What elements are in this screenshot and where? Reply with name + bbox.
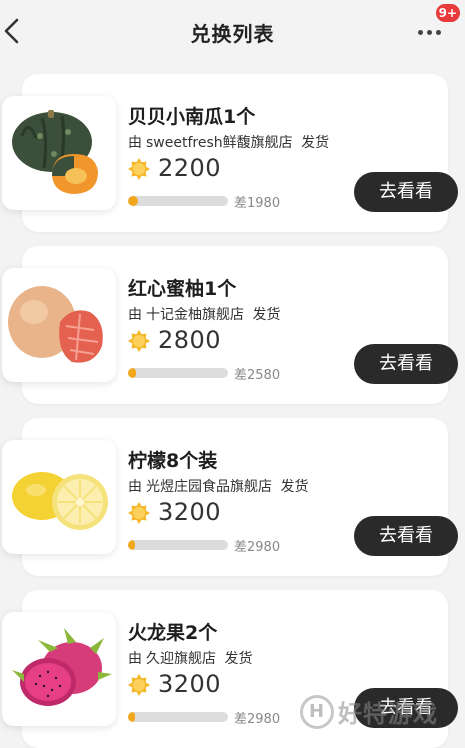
shop-name: 光煜庄园食品旗舰店	[146, 479, 272, 495]
price: 3200	[158, 498, 222, 526]
coin-icon	[128, 674, 150, 696]
shop-name: 久迎旗舰店	[146, 651, 216, 667]
item-name: 柠檬8个装	[128, 450, 218, 472]
coin-icon	[128, 158, 150, 180]
item-name: 红心蜜柚1个	[128, 278, 237, 300]
progress-fill	[128, 368, 136, 378]
item-name: 火龙果2个	[128, 622, 218, 644]
shipper-info: 由十记金柚旗舰店 发货	[128, 304, 284, 324]
progress-fill	[128, 196, 138, 206]
go-view-button[interactable]: 去看看	[354, 344, 458, 384]
pumpkin-image	[2, 96, 116, 210]
price: 2800	[158, 326, 222, 354]
shipper-prefix: 由	[128, 479, 142, 495]
price: 3200	[158, 670, 222, 698]
shipper-info: 由光煜庄园食品旗舰店 发货	[128, 476, 312, 496]
go-view-button[interactable]: 去看看	[354, 516, 458, 556]
pomelo-image	[2, 268, 116, 382]
progress-bar	[128, 540, 228, 550]
progress-fill	[128, 540, 135, 550]
shop-name: sweetfresh鲜馥旗舰店	[146, 135, 293, 151]
shipper-info: 由 sweetfresh鲜馥旗舰店 发货	[128, 132, 333, 152]
watermark-text: 好特游戏	[338, 700, 438, 728]
more-icon-dot	[427, 30, 432, 35]
watermark: H 好特游戏	[300, 694, 465, 734]
more-options-button[interactable]	[417, 22, 443, 40]
shop-name: 十记金柚旗舰店	[146, 307, 244, 323]
price: 2200	[158, 154, 222, 182]
remaining-points: 差2980	[234, 540, 281, 555]
shipper-prefix: 由	[128, 135, 142, 151]
progress-bar	[128, 368, 228, 378]
progress-bar	[128, 712, 228, 722]
shipper-prefix: 由	[128, 651, 142, 667]
list-item[interactable]: 柠檬8个装 由光煜庄园食品旗舰店 发货 3200 差2980 去看看	[2, 418, 458, 576]
dragon-fruit-image	[2, 612, 116, 726]
top-bar: 兑换列表 9+	[0, 0, 465, 60]
page-title: 兑换列表	[190, 22, 275, 46]
go-view-button[interactable]: 去看看	[354, 172, 458, 212]
remaining-points: 差2980	[234, 712, 281, 727]
coin-icon	[128, 330, 150, 352]
more-icon	[418, 30, 423, 35]
shipper-prefix: 由	[128, 307, 142, 323]
item-name: 贝贝小南瓜1个	[128, 106, 256, 128]
coin-icon	[128, 502, 150, 524]
progress-bar	[128, 196, 228, 206]
list-item[interactable]: 贝贝小南瓜1个 由 sweetfresh鲜馥旗舰店 发货 2200 差1980 去…	[2, 74, 458, 232]
shipper-info: 由久迎旗舰店 发货	[128, 648, 256, 668]
shipper-suffix: 发货	[301, 135, 330, 151]
progress-fill	[128, 712, 135, 722]
shipper-suffix: 发货	[224, 651, 253, 667]
lemon-image	[2, 440, 116, 554]
remaining-points: 差2580	[234, 368, 281, 383]
remaining-points: 差1980	[234, 196, 281, 211]
shipper-suffix: 发货	[280, 479, 309, 495]
list-item[interactable]: 红心蜜柚1个 由十记金柚旗舰店 发货 2800 差2580 去看看	[2, 246, 458, 404]
more-icon-dot	[436, 30, 441, 35]
watermark-logo: H	[300, 694, 334, 729]
notification-badge: 9+	[435, 4, 460, 22]
shipper-suffix: 发货	[252, 307, 281, 323]
